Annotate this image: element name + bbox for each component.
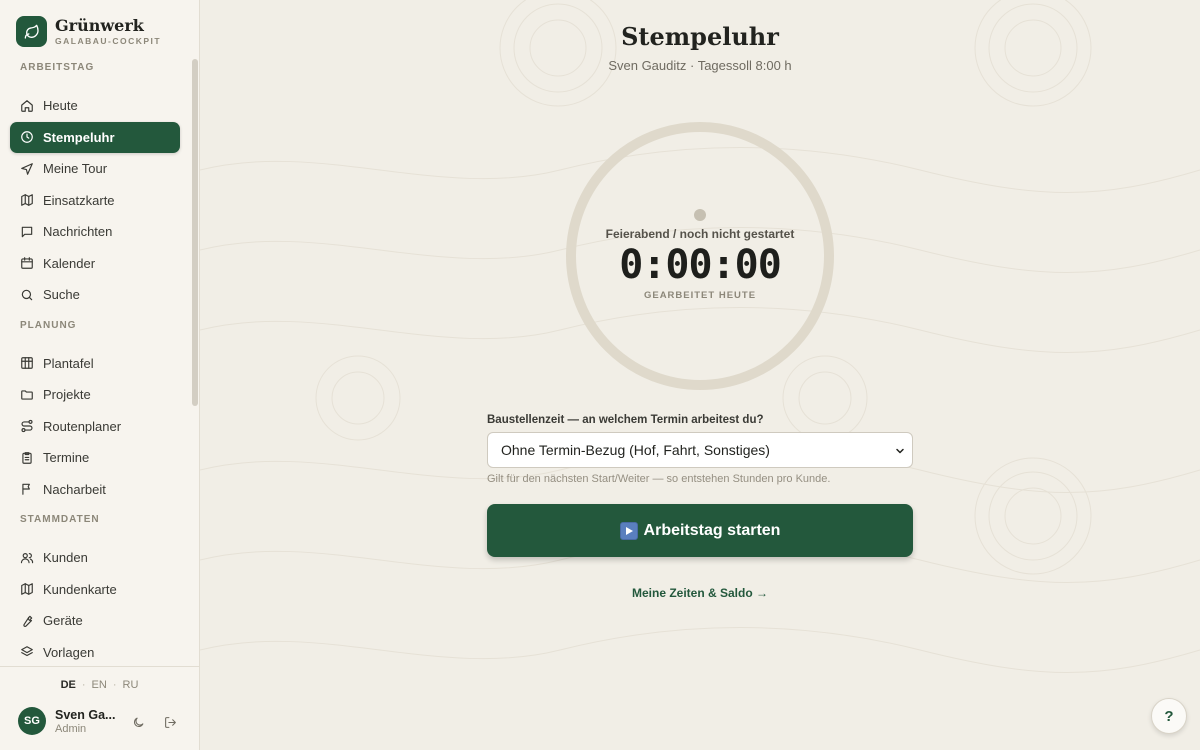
section-title-planung: PLANUNG [20, 319, 77, 331]
navigation-icon [21, 162, 33, 175]
clock-caption: GEARBEITET HEUTE [643, 290, 757, 301]
language-ru[interactable]: RU [123, 679, 139, 691]
sidebar-item-meine-tour[interactable]: Meine Tour [10, 153, 180, 185]
user-role: Admin [55, 722, 87, 735]
search-icon [21, 289, 33, 300]
main-content: Stempeluhr Sven Gauditz · Tagessoll 8:00… [200, 0, 1200, 750]
brand[interactable]: Grünwerk GALABAU-COCKPIT [16, 16, 161, 47]
clock-icon [21, 131, 33, 144]
assignment-label: Baustellenzeit — an welchem Termin arbei… [487, 414, 764, 426]
sidebar-item-label: Vorlagen [43, 644, 95, 660]
sidebar-item-heute[interactable]: Heute [10, 90, 180, 122]
home-icon [21, 99, 33, 112]
sidebar-item-label: Heute [43, 98, 78, 114]
sidebar-item-nachrichten[interactable]: Nachrichten [10, 216, 180, 248]
sidebar-item-label: Termine [43, 450, 90, 466]
sidebar-item-geraete[interactable]: Geräte [10, 605, 180, 637]
sidebar-item-label: Einsatzkarte [43, 192, 115, 208]
sidebar-item-einsatzkarte[interactable]: Einsatzkarte [10, 185, 180, 217]
language-en[interactable]: EN [92, 679, 107, 691]
page-title: Stempeluhr [621, 22, 779, 51]
sidebar-item-nacharbeit[interactable]: Nacharbeit [10, 474, 180, 506]
layers-icon [21, 646, 33, 657]
sidebar-item-label: Nacharbeit [43, 481, 106, 497]
sidebar-item-label: Suche [43, 287, 80, 303]
sidebar-item-label: Kalender [43, 255, 96, 271]
language-de[interactable]: DE [61, 679, 76, 691]
start-workday-button[interactable]: Arbeitstag starten [487, 504, 913, 557]
sidebar-item-suche[interactable]: Suche [10, 279, 180, 311]
logout-button[interactable] [162, 714, 178, 730]
sidebar-item-label: Plantafel [43, 355, 94, 371]
sidebar-nav: ARBEITSTAG Heute Stempeluhr Meine Tour E… [10, 62, 180, 668]
sidebar-footer: DE · EN · RU SG Sven Ga... Admin [0, 666, 199, 750]
folder-icon [21, 390, 33, 400]
language-switcher: DE · EN · RU [60, 679, 139, 691]
sidebar-item-label: Kundenkarte [43, 581, 117, 597]
status-dot [694, 209, 706, 221]
sidebar-item-label: Meine Tour [43, 161, 108, 177]
flag-icon [22, 484, 30, 496]
sidebar-item-kalender[interactable]: Kalender [10, 248, 180, 280]
time-clock-ring: Feierabend / noch nicht gestartet 0:00:0… [565, 121, 835, 391]
logout-icon [164, 716, 176, 728]
sidebar-scrollbar[interactable] [192, 59, 198, 406]
assignment-selected-value: Ohne Termin-Bezug (Hof, Fahrt, Sonstiges… [501, 442, 770, 458]
sidebar: Grünwerk GALABAU-COCKPIT ARBEITSTAG Heut… [0, 0, 200, 750]
tool-icon [23, 615, 33, 627]
sidebar-item-vorlagen[interactable]: Vorlagen [10, 637, 180, 669]
sidebar-item-label: Geräte [43, 613, 83, 629]
assignment-hint: Gilt für den nächsten Start/Weiter — so … [487, 473, 831, 485]
sidebar-item-projekte[interactable]: Projekte [10, 379, 180, 411]
clock-time: 0:00:00 [619, 242, 782, 288]
sidebar-item-kundenkarte[interactable]: Kundenkarte [10, 574, 180, 606]
sidebar-item-routenplaner[interactable]: Routenplaner [10, 411, 180, 443]
sidebar-item-termine[interactable]: Termine [10, 442, 180, 474]
play-icon [619, 521, 638, 540]
user-profile[interactable]: SG Sven Ga... Admin [18, 707, 117, 735]
times-balance-link[interactable]: Meine Zeiten & Saldo → [200, 586, 1200, 600]
sidebar-item-label: Stempeluhr [43, 129, 115, 145]
message-icon [21, 226, 33, 237]
route-icon [21, 420, 33, 433]
sidebar-item-label: Nachrichten [43, 224, 113, 240]
leaf-icon [16, 16, 47, 47]
section-title-arbeitstag: ARBEITSTAG [20, 62, 95, 73]
sidebar-item-label: Kunden [43, 550, 88, 566]
start-workday-label: Arbeitstag starten [643, 521, 781, 539]
section-title-stammdaten: STAMMDATEN [20, 514, 100, 525]
moon-icon [133, 717, 143, 727]
sidebar-item-stempeluhr[interactable]: Stempeluhr [10, 121, 180, 153]
avatar: SG [18, 707, 46, 735]
sidebar-item-kunden[interactable]: Kunden [10, 542, 180, 574]
brand-subtitle: GALABAU-COCKPIT [55, 36, 162, 46]
sidebar-item-plantafel[interactable]: Plantafel [10, 348, 180, 380]
calendar-icon [21, 257, 33, 270]
assignment-select[interactable]: Ohne Termin-Bezug (Hof, Fahrt, Sonstiges… [487, 432, 913, 468]
page-subtitle: Sven Gauditz · Tagessoll 8:00 h [608, 58, 792, 73]
clock-status: Feierabend / noch nicht gestartet [605, 227, 795, 241]
dark-mode-toggle[interactable] [130, 714, 146, 730]
map-icon [21, 583, 33, 596]
brand-name: Grünwerk [55, 16, 144, 35]
help-button[interactable]: ? [1151, 698, 1187, 734]
map-icon [21, 194, 33, 207]
sidebar-item-label: Projekte [43, 387, 91, 403]
sidebar-item-label: Routenplaner [43, 418, 122, 434]
users-icon [20, 552, 34, 563]
grid-icon [21, 357, 33, 370]
user-name: Sven Ga... [55, 707, 116, 722]
chevron-down-icon [896, 448, 904, 454]
clipboard-icon [22, 451, 32, 464]
